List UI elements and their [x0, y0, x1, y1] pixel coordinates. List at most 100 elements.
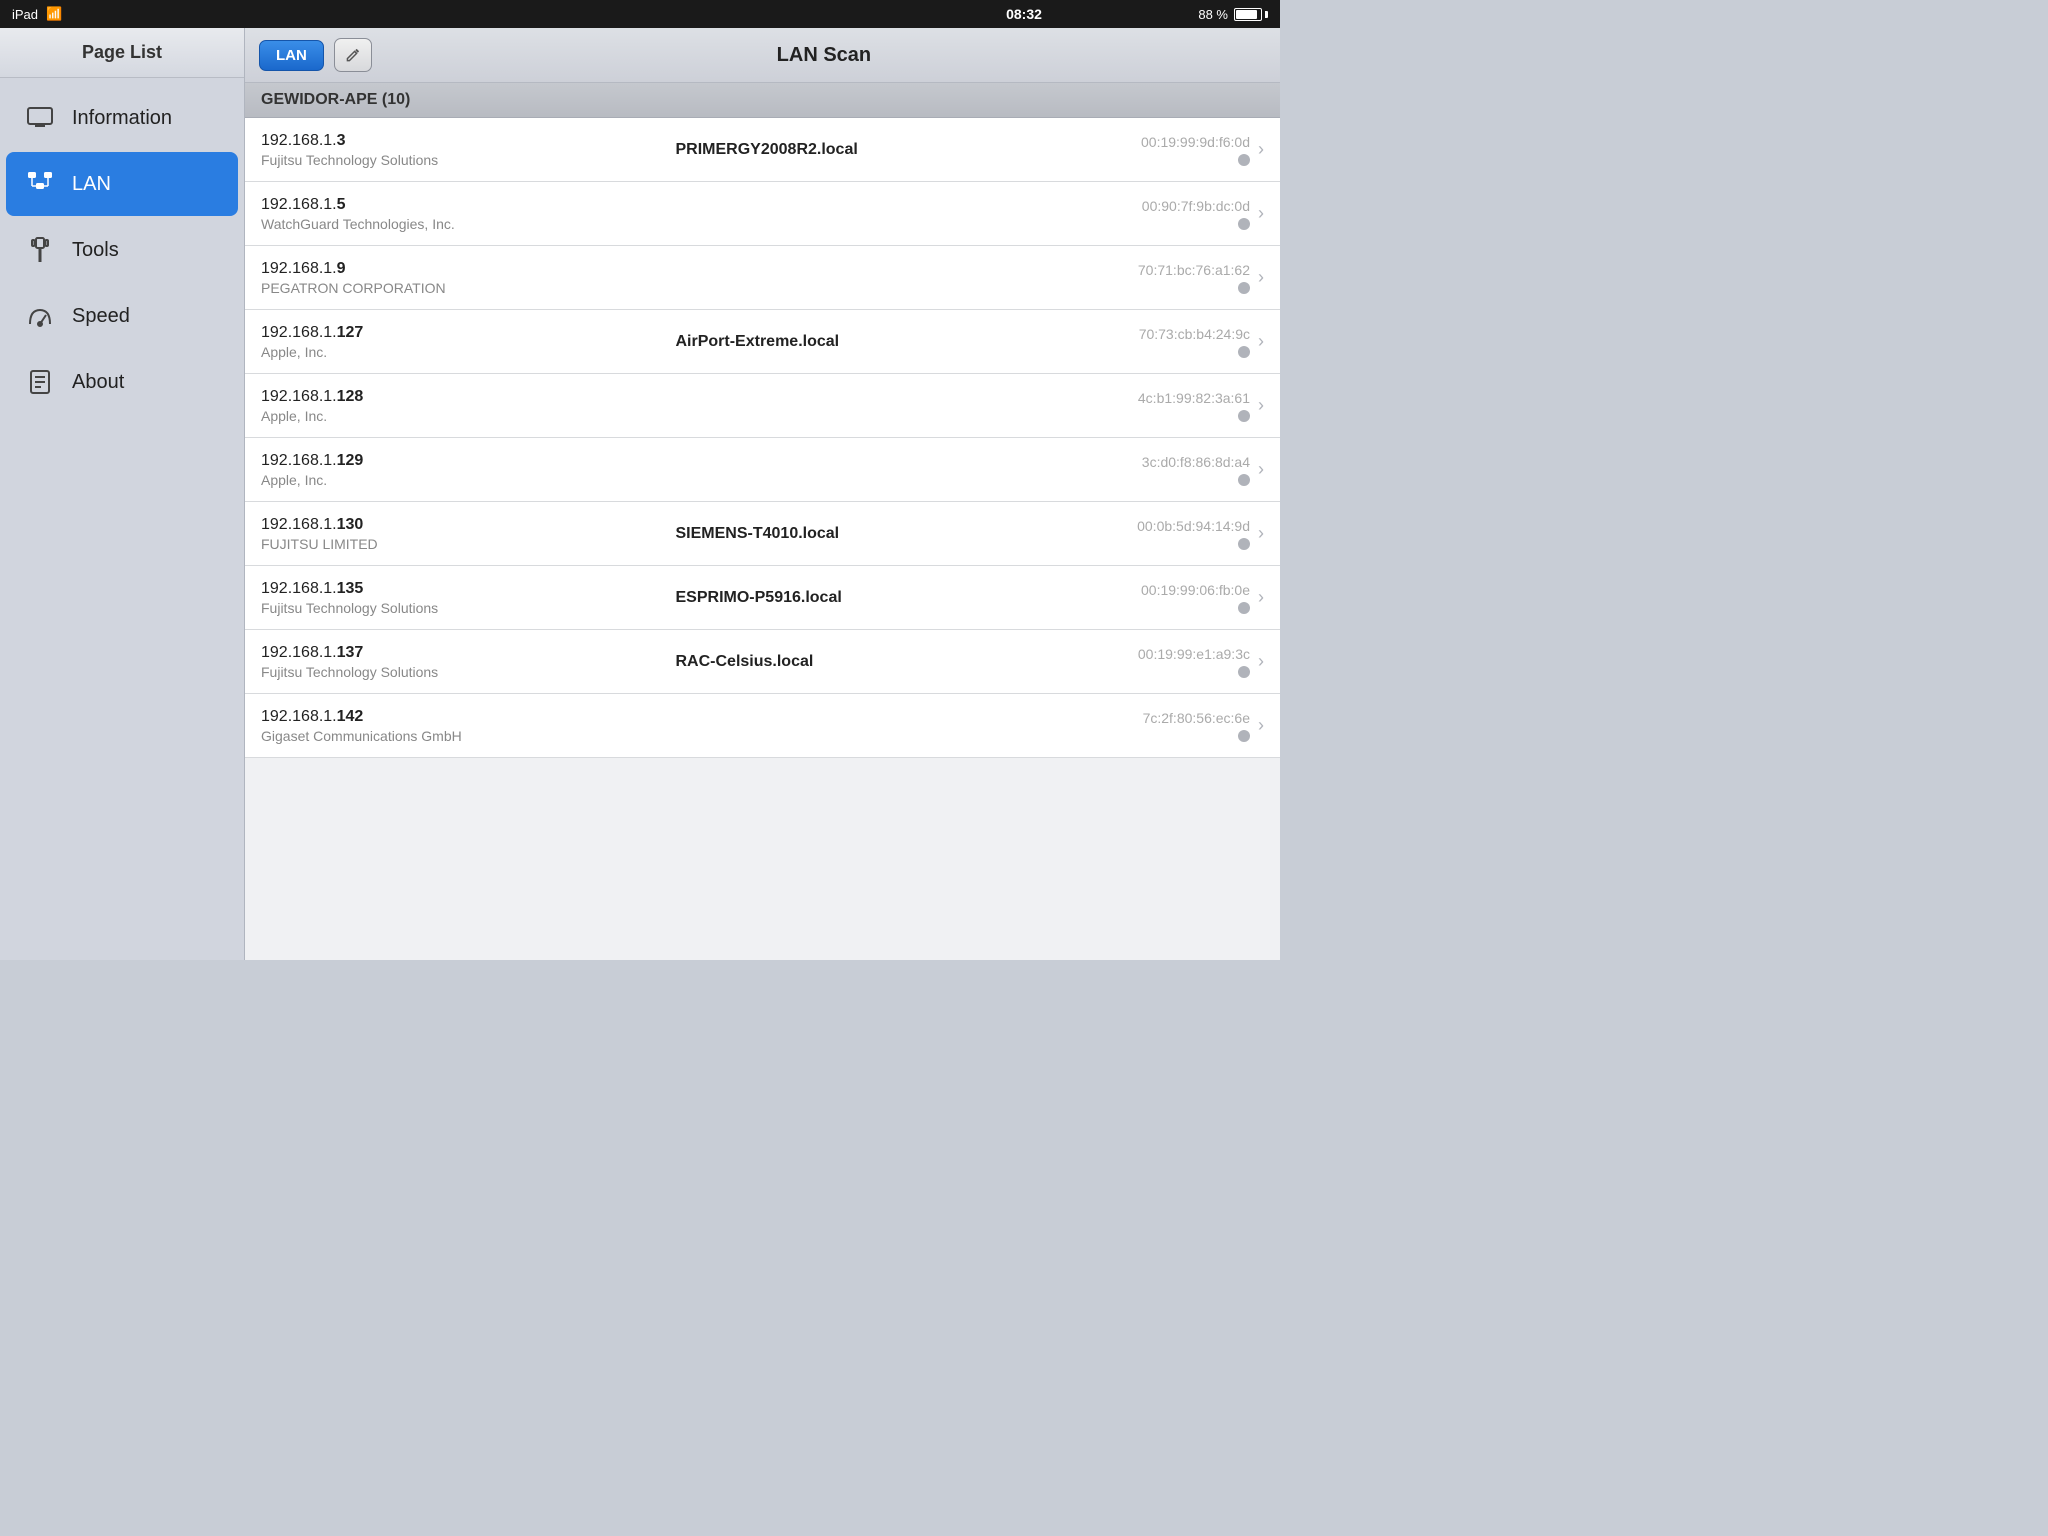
status-dot [1238, 154, 1250, 166]
sidebar-title: Page List [0, 28, 244, 78]
device-ip: 192.168.1.135 [261, 580, 656, 598]
device-mac: 00:19:99:e1:a9:3c [1070, 646, 1250, 678]
battery-icon [1234, 8, 1268, 21]
status-time: 08:32 [1006, 6, 1042, 22]
device-label: iPad [12, 7, 38, 22]
right-panel: LAN LAN Scan GEWIDOR-APE (10) 192.168.1.… [245, 28, 1280, 960]
edit-button[interactable] [334, 38, 372, 72]
device-info: 192.168.1.135 Fujitsu Technology Solutio… [261, 580, 656, 616]
device-vendor: Apple, Inc. [261, 344, 656, 360]
status-bar: iPad 📶 08:32 88 % [0, 0, 1280, 28]
chevron-right-icon: › [1258, 267, 1264, 288]
device-ip: 192.168.1.3 [261, 132, 656, 150]
sidebar-item-information[interactable]: Information [6, 86, 238, 150]
main-layout: Page List Information [0, 28, 1280, 960]
battery-percent: 88 % [1198, 7, 1228, 22]
device-hostname: RAC-Celsius.local [656, 653, 1071, 671]
device-vendor: Gigaset Communications GmbH [261, 728, 656, 744]
status-left: iPad 📶 [12, 6, 62, 22]
device-mac: 70:73:cb:b4:24:9c [1070, 326, 1250, 358]
table-row[interactable]: 192.168.1.128 Apple, Inc. 4c:b1:99:82:3a… [245, 374, 1280, 438]
status-dot [1238, 282, 1250, 294]
tools-icon [24, 234, 56, 266]
device-info: 192.168.1.129 Apple, Inc. [261, 452, 656, 488]
device-mac: 7c:2f:80:56:ec:6e [1070, 710, 1250, 742]
device-info: 192.168.1.137 Fujitsu Technology Solutio… [261, 644, 656, 680]
device-mac: 4c:b1:99:82:3a:61 [1070, 390, 1250, 422]
wifi-icon: 📶 [46, 6, 62, 22]
sidebar-item-speed[interactable]: Speed [6, 284, 238, 348]
chevron-right-icon: › [1258, 587, 1264, 608]
device-mac: 70:71:bc:76:a1:62 [1070, 262, 1250, 294]
device-info: 192.168.1.128 Apple, Inc. [261, 388, 656, 424]
about-icon [24, 366, 56, 398]
device-vendor: Fujitsu Technology Solutions [261, 664, 656, 680]
table-row[interactable]: 192.168.1.130 FUJITSU LIMITED SIEMENS-T4… [245, 502, 1280, 566]
device-mac: 3c:d0:f8:86:8d:a4 [1070, 454, 1250, 486]
table-row[interactable]: 192.168.1.142 Gigaset Communications Gmb… [245, 694, 1280, 758]
table-row[interactable]: 192.168.1.9 PEGATRON CORPORATION 70:71:b… [245, 246, 1280, 310]
device-ip: 192.168.1.9 [261, 260, 656, 278]
chevron-right-icon: › [1258, 459, 1264, 480]
device-vendor: Apple, Inc. [261, 472, 656, 488]
device-mac: 00:90:7f:9b:dc:0d [1070, 198, 1250, 230]
status-dot [1238, 346, 1250, 358]
table-row[interactable]: 192.168.1.5 WatchGuard Technologies, Inc… [245, 182, 1280, 246]
chevron-right-icon: › [1258, 523, 1264, 544]
toolbar-title: LAN Scan [382, 44, 1266, 67]
lan-button[interactable]: LAN [259, 40, 324, 71]
status-right: 88 % [1198, 7, 1268, 22]
chevron-right-icon: › [1258, 139, 1264, 160]
chevron-right-icon: › [1258, 331, 1264, 352]
device-info: 192.168.1.142 Gigaset Communications Gmb… [261, 708, 656, 744]
device-hostname: ESPRIMO-P5916.local [656, 589, 1071, 607]
status-dot [1238, 666, 1250, 678]
sidebar-item-about-label: About [72, 371, 124, 394]
device-vendor: Fujitsu Technology Solutions [261, 152, 656, 168]
device-info: 192.168.1.127 Apple, Inc. [261, 324, 656, 360]
table-row[interactable]: 192.168.1.3 Fujitsu Technology Solutions… [245, 118, 1280, 182]
table-row[interactable]: 192.168.1.137 Fujitsu Technology Solutio… [245, 630, 1280, 694]
sidebar-item-lan[interactable]: LAN [6, 152, 238, 216]
sidebar-item-tools[interactable]: Tools [6, 218, 238, 282]
table-row[interactable]: 192.168.1.135 Fujitsu Technology Solutio… [245, 566, 1280, 630]
device-vendor: PEGATRON CORPORATION [261, 280, 656, 296]
device-info: 192.168.1.3 Fujitsu Technology Solutions [261, 132, 656, 168]
sidebar-nav: Information LAN [0, 78, 244, 422]
status-dot [1238, 474, 1250, 486]
device-mac: 00:19:99:06:fb:0e [1070, 582, 1250, 614]
status-dot [1238, 538, 1250, 550]
device-ip: 192.168.1.129 [261, 452, 656, 470]
status-dot [1238, 730, 1250, 742]
device-ip: 192.168.1.142 [261, 708, 656, 726]
device-info: 192.168.1.130 FUJITSU LIMITED [261, 516, 656, 552]
device-hostname: PRIMERGY2008R2.local [656, 141, 1071, 159]
section-header: GEWIDOR-APE (10) [245, 83, 1280, 118]
device-mac: 00:19:99:9d:f6:0d [1070, 134, 1250, 166]
status-dot [1238, 218, 1250, 230]
sidebar-item-information-label: Information [72, 107, 172, 130]
device-vendor: WatchGuard Technologies, Inc. [261, 216, 656, 232]
monitor-icon [24, 102, 56, 134]
status-dot [1238, 410, 1250, 422]
chevron-right-icon: › [1258, 651, 1264, 672]
sidebar-item-about[interactable]: About [6, 350, 238, 414]
device-info: 192.168.1.5 WatchGuard Technologies, Inc… [261, 196, 656, 232]
speed-icon [24, 300, 56, 332]
table-row[interactable]: 192.168.1.129 Apple, Inc. 3c:d0:f8:86:8d… [245, 438, 1280, 502]
device-hostname: AirPort-Extreme.local [656, 333, 1071, 351]
device-ip: 192.168.1.128 [261, 388, 656, 406]
device-list: 192.168.1.3 Fujitsu Technology Solutions… [245, 118, 1280, 758]
chevron-right-icon: › [1258, 395, 1264, 416]
device-ip: 192.168.1.130 [261, 516, 656, 534]
device-mac: 00:0b:5d:94:14:9d [1070, 518, 1250, 550]
chevron-right-icon: › [1258, 203, 1264, 224]
device-ip: 192.168.1.137 [261, 644, 656, 662]
sidebar-item-tools-label: Tools [72, 239, 119, 262]
lan-icon [24, 168, 56, 200]
status-dot [1238, 602, 1250, 614]
content-area[interactable]: GEWIDOR-APE (10) 192.168.1.3 Fujitsu Tec… [245, 83, 1280, 960]
device-info: 192.168.1.9 PEGATRON CORPORATION [261, 260, 656, 296]
table-row[interactable]: 192.168.1.127 Apple, Inc. AirPort-Extrem… [245, 310, 1280, 374]
chevron-right-icon: › [1258, 715, 1264, 736]
